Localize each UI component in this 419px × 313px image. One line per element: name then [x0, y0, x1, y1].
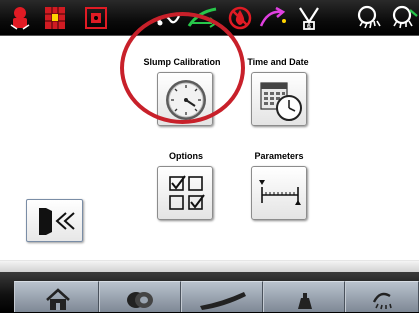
time-and-date-button[interactable] [251, 72, 307, 126]
chute-icon [200, 292, 246, 310]
slump-calibration-label: Slump Calibration [143, 57, 221, 67]
washout-icon [372, 292, 392, 310]
status-bar: 6 [0, 0, 419, 36]
parameters-button[interactable] [251, 166, 307, 220]
home-button[interactable] [14, 281, 99, 312]
checkbox-grid-icon [169, 175, 205, 210]
gauge-icon [166, 80, 206, 120]
home-icon [46, 288, 70, 310]
exit-button[interactable] [26, 199, 83, 242]
bottom-nav-bar [0, 272, 419, 313]
chute-button[interactable] [181, 281, 263, 312]
ruler-scale-icon [259, 180, 301, 205]
slump-curve-icon[interactable] [186, 4, 220, 31]
weight-button[interactable] [263, 281, 345, 312]
drum-icon [127, 292, 153, 308]
no-water-icon[interactable] [226, 4, 254, 31]
time-and-date-label: Time and Date [247, 57, 309, 67]
svg-text:6: 6 [307, 24, 311, 31]
water-meter-icon[interactable]: 6 [297, 4, 321, 31]
options-label: Options [169, 151, 203, 161]
slump-calibration-button[interactable] [157, 72, 213, 126]
calendar-clock-icon [260, 82, 302, 121]
grid-fault-icon[interactable] [43, 4, 67, 31]
parameters-label: Parameters [254, 151, 304, 161]
washout-icon[interactable] [355, 4, 385, 31]
weight-icon [298, 293, 312, 309]
alarm-bell-icon[interactable] [6, 4, 34, 31]
washout-button[interactable] [345, 281, 419, 312]
exit-door-icon [39, 208, 75, 235]
drum-rotation-icon[interactable] [154, 4, 182, 31]
options-button[interactable] [157, 166, 213, 220]
drum-button[interactable] [99, 281, 181, 312]
washout-alt-icon[interactable] [388, 4, 419, 31]
truck-lock-icon[interactable] [83, 4, 109, 31]
additive-icon[interactable] [258, 4, 288, 31]
